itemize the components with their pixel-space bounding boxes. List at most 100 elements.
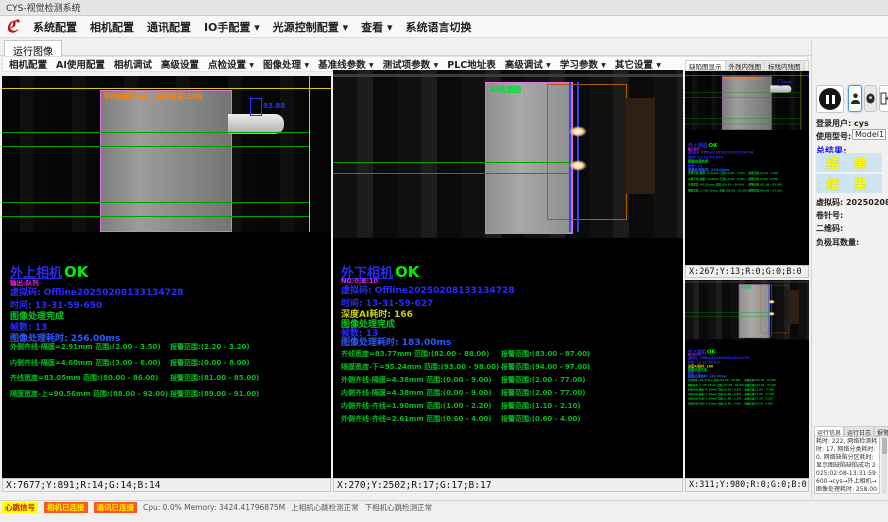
user-icon [850, 92, 861, 105]
neg-tab-count-label: 负极耳数量: [816, 237, 859, 248]
measurement-results: 外侧齐线-隔膜=2.91mm 范围:(2.00 - 3.50)报警范围:(2.2… [688, 171, 808, 194]
left-camera-image: 平均阈值:93，动态阈值:100 93.88 [2, 76, 331, 232]
log-scrollbar-thumb[interactable] [882, 438, 887, 454]
tool-learning-params[interactable]: 学习参数 ▾ [560, 57, 606, 71]
app-window: CYS-视觉检测系统 ℭ 系统配置 相机配置 通讯配置 IO手配置 ▾ 光源控制… [0, 0, 888, 522]
tool-advanced-settings[interactable]: 高级设置 [161, 57, 199, 71]
result-row: 内侧齐线-齐线=1.90mm 范围:(1.00 - 2.20)报警范围:(1.1… [688, 397, 808, 401]
left-camera-content: 平均阈值:93，动态阈值:100 93.88 外上相机OK 输出:队列 虚拟码:… [685, 71, 809, 223]
menu-bar: ℭ 系统配置 相机配置 通讯配置 IO手配置 ▾ 光源控制配置 ▾ 查看 ▾ 系… [0, 16, 888, 38]
menu-system-config[interactable]: 系统配置 [33, 19, 77, 35]
blue-marker-box [778, 79, 783, 86]
mid-camera-image: AI检测图 [685, 280, 809, 339]
log-scrollbar[interactable] [882, 436, 887, 494]
tool-advanced-debug[interactable]: 高级调试 ▾ [505, 57, 551, 71]
tool-plc-address-table[interactable]: PLC地址表 [447, 57, 496, 71]
measurement-results: 齐线宽度=83.77mm 范围:(82.00 - 88.00)报警范围:(83.… [688, 379, 808, 407]
tab-strip: 运行图像 [0, 38, 888, 56]
virtual-code-label: 虚拟码: 20250208 [816, 197, 888, 208]
result-row: 齐线宽度=83.05mm 范围:(80.00 - 86.00)报警范围:(81.… [10, 373, 329, 383]
tool-test-params[interactable]: 测试项参数 ▾ [383, 57, 439, 71]
ai-image-label: AI检测图 [741, 285, 752, 289]
blue-guide-line [569, 82, 571, 232]
result-row: 内侧齐线-隔膜=4.60mm 范围:(3.00 - 6.00)报警范围:(0.0… [688, 177, 808, 181]
tool-camera-config[interactable]: 相机配置 [9, 57, 47, 71]
tool-ai-usage-config[interactable]: AI使用配置 [56, 57, 105, 71]
left-camera-view[interactable]: 平均阈值:93，动态阈值:100 93.88 外上相机OK 输出:队列 虚拟码:… [2, 76, 331, 478]
right-control-panel: 登录用户: cys 使用型号: Model1 总结果: 结 果 结 果 虚拟码:… [811, 40, 888, 498]
mini-top-coordbar: X:267;Y:13;R:0;G:0;B:0 [685, 265, 809, 278]
result-box-bottom: 结 果 [816, 174, 882, 193]
yellow-guide-line [2, 88, 331, 89]
left-camera-content: 平均阈值:93，动态阈值:100 93.88 外上相机OK 输出:队列 虚拟码:… [2, 76, 331, 478]
tool-other-settings[interactable]: 其它设置 ▾ [615, 57, 661, 71]
virtual-code-line: 虚拟码: Offline20250208133134728 [341, 283, 514, 296]
tool-camera-debug[interactable]: 相机调试 [114, 57, 152, 71]
pause-button[interactable] [816, 85, 844, 113]
exit-button[interactable] [879, 85, 888, 112]
user-login-button[interactable] [848, 85, 862, 112]
yellow-vertical-line [309, 76, 310, 232]
lock-button[interactable] [864, 85, 877, 112]
pause-icon [819, 88, 841, 110]
tool-baseline-params[interactable]: 基准线参数 ▾ [318, 57, 374, 71]
comm-connection-badge: 通讯已连接 [94, 502, 138, 513]
blue-marker-value: 93.88 [263, 102, 285, 110]
lower-camera-heartbeat-status: 下相机心跳检测正常 [365, 502, 433, 513]
menu-camera-config[interactable]: 相机配置 [90, 19, 134, 35]
menu-light-config[interactable]: 光源控制配置 ▾ [273, 19, 348, 35]
menu-io-config[interactable]: IO手配置 ▾ [204, 19, 260, 35]
result-row: 外侧齐线-隔膜=2.91mm 范围:(2.00 - 3.50)报警范围:(2.2… [688, 171, 808, 175]
menu-language-switch[interactable]: 系统语言切换 [405, 19, 471, 35]
tab-run-image[interactable]: 运行图像 [4, 40, 62, 56]
mid-camera-view[interactable]: AI检测图 外下相机OK NG:0;B:10 虚拟码: Offline20250… [333, 70, 683, 478]
reflection-flare [569, 160, 587, 171]
menu-view[interactable]: 查看 ▾ [361, 19, 392, 35]
blue-guide-line [769, 284, 770, 337]
window-title: CYS-视觉检测系统 [6, 1, 81, 14]
camera-status-ok: OK [707, 348, 716, 354]
measurement-results: 外侧齐线-隔膜=2.91mm 范围:(2.00 - 3.50)报警范围:(2.2… [10, 342, 329, 404]
mini-tab-defect-display[interactable]: 缺陷图显示 [686, 61, 726, 70]
qrcode-label: 二维码: [816, 223, 843, 234]
menu-comm-config[interactable]: 通讯配置 [147, 19, 191, 35]
metal-connector [228, 114, 284, 134]
run-info-log[interactable]: 耗时: 222, 网络检测耗时: 17, 网络分类耗时: 0, 网络缺陷分区耗时… [814, 436, 880, 494]
tool-image-processing[interactable]: 图像处理 ▾ [263, 57, 309, 71]
camera-status-ok: OK [64, 263, 88, 281]
model-select[interactable]: Model1 [852, 129, 886, 140]
mini-tab-mark-residual[interactable]: 标残内残图 [765, 61, 805, 70]
green-guide-line [333, 162, 571, 163]
blue-marker-box [250, 98, 262, 116]
model-label: 使用型号: [816, 131, 851, 142]
status-bar: 心跳信号 相机已连接 通讯已连接 Cpu: 0.0% Memory: 3424.… [0, 500, 888, 513]
mini-top-view[interactable]: 平均阈值:93，动态阈值:100 93.88 外上相机OK 输出:队列 虚拟码:… [685, 71, 809, 265]
elapsed-line: 图像处理耗时: 183.00ms [688, 374, 727, 379]
lock-icon [865, 92, 876, 105]
reflection-flare [569, 126, 587, 137]
mid-camera-content: AI检测图 外下相机OK NG:0;B:10 虚拟码: Offline20250… [685, 280, 809, 424]
mini-bottom-view[interactable]: AI检测图 外下相机OK NG:0;B:10 虚拟码: Offline20250… [685, 280, 809, 478]
result-row: 齐线宽度=83.77mm 范围:(82.00 - 88.00)报警范围:(83.… [688, 379, 808, 383]
green-guide-line [333, 173, 571, 174]
camera-status-ok: OK [395, 263, 419, 281]
reflection-flare [769, 312, 775, 316]
camera-connection-badge: 相机已连接 [44, 502, 88, 513]
orange-roi-box [547, 84, 627, 220]
green-guide-line [2, 202, 309, 203]
needle-number-label: 卷针号: [816, 210, 843, 221]
dark-part-region [625, 98, 655, 194]
mini-bottom-coordbar: X:311;Y:980;R:0;G:0;B:0 [685, 478, 809, 492]
green-guide-line [2, 132, 309, 133]
threshold-overlay-text: 平均阈值:93，动态阈值:100 [723, 77, 761, 81]
tool-spot-check[interactable]: 点检设置 ▾ [208, 57, 254, 71]
camera-status-ok: OK [708, 141, 717, 148]
title-bar: CYS-视觉检测系统 [0, 0, 888, 16]
result-row: 齐线宽度=83.77mm 范围:(82.00 - 88.00)报警范围:(83.… [341, 349, 681, 359]
mini-tab-outer-residual[interactable]: 外残内残图 [726, 61, 766, 70]
ai-image-label: AI检测图 [490, 84, 521, 95]
mini-view-tabs: 缺陷图显示 外残内残图 标残内残图 [685, 60, 809, 71]
app-logo-icon: ℭ [6, 19, 18, 35]
mid-camera-coordbar: X:270;Y:2502;R:17;G:17;B:17 [333, 478, 683, 492]
result-row: 隔膜宽度-下=95.24mm 范围:(93.00 - 98.00)报警范围:(9… [341, 362, 681, 372]
